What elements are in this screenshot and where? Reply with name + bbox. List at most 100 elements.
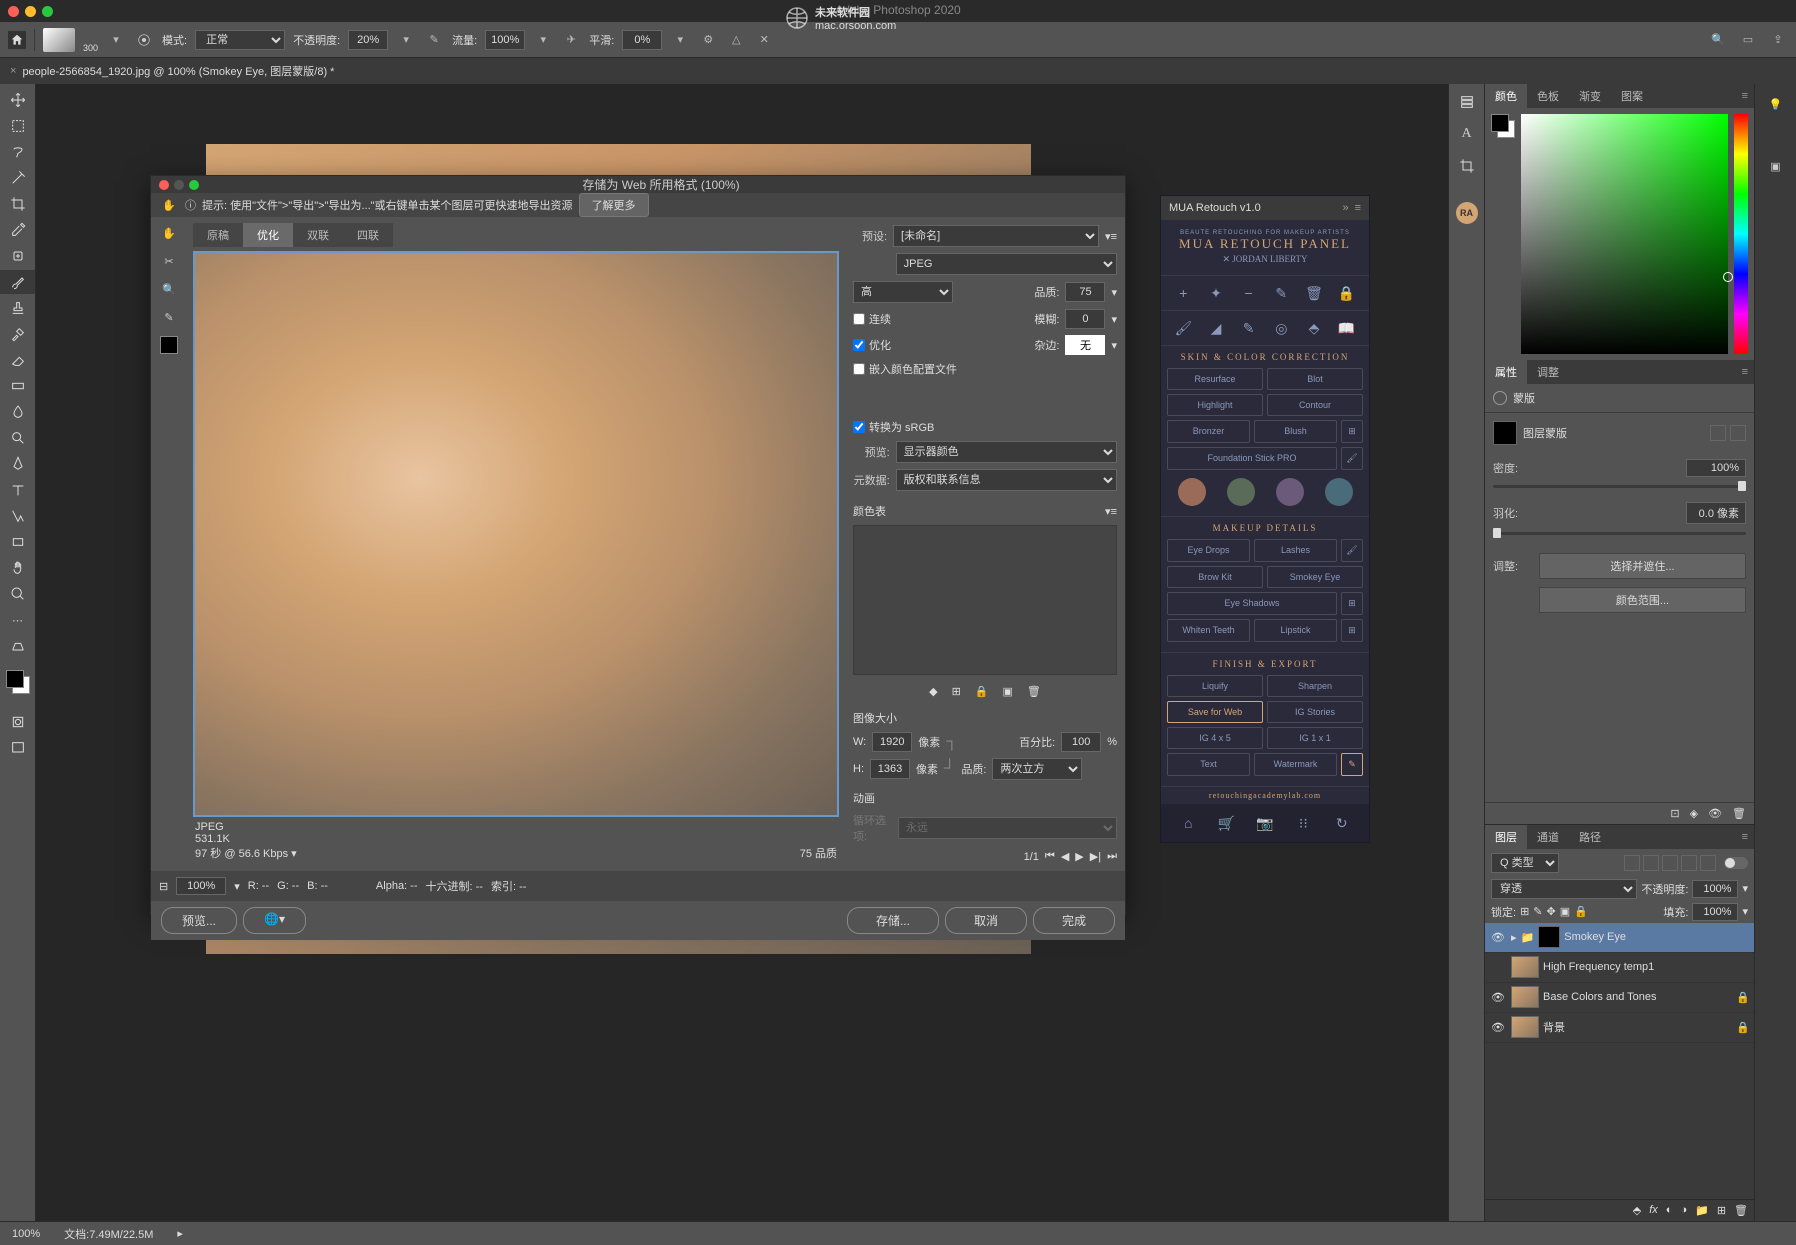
blend-mode-select[interactable]: 正常	[195, 30, 285, 50]
resample-select[interactable]: 两次立方	[992, 758, 1082, 780]
workspace-icon[interactable]: ▭	[1738, 30, 1758, 50]
filter-shape-icon[interactable]	[1681, 855, 1697, 871]
lock-pixels-icon[interactable]: ✎	[1533, 905, 1542, 918]
mua-resurface[interactable]: Resurface	[1167, 368, 1263, 390]
expand-group-icon[interactable]: ▸	[1511, 931, 1517, 944]
flow-input[interactable]	[485, 30, 525, 50]
zoom-tool[interactable]	[0, 582, 35, 606]
tab-optimized[interactable]: 优化	[243, 223, 293, 247]
document-tab[interactable]: × people-2566854_1920.jpg @ 100% (Smokey…	[10, 63, 334, 79]
doc-size[interactable]: 文档:7.49M/22.5M	[64, 1226, 153, 1242]
ct-icon[interactable]: ▣	[1003, 685, 1013, 698]
tab-properties[interactable]: 属性	[1485, 360, 1527, 384]
eyedropper-tool[interactable]	[0, 218, 35, 242]
more-tools[interactable]: ⋯	[0, 608, 35, 632]
close-window[interactable]	[8, 6, 19, 17]
lock-transparent-icon[interactable]: ⊞	[1520, 905, 1529, 918]
preview-button[interactable]: 预览...	[161, 907, 237, 934]
tab-original[interactable]: 原稿	[193, 223, 243, 247]
saturation-value-picker[interactable]	[1521, 114, 1728, 354]
filter-pixel-icon[interactable]	[1624, 855, 1640, 871]
mask-thumb[interactable]	[1493, 421, 1517, 445]
smooth-input[interactable]	[622, 30, 662, 50]
mua-liquify[interactable]: Liquify	[1167, 675, 1263, 697]
layer-name[interactable]: 背景	[1543, 1019, 1565, 1035]
feather-value[interactable]: 0.0 像素	[1686, 502, 1746, 524]
filter-kind-select[interactable]: Q 类型	[1491, 853, 1559, 873]
adjustment-icon[interactable]: ◑	[1680, 1204, 1687, 1217]
layer-thumb[interactable]	[1511, 956, 1539, 978]
brush-picker-icon[interactable]: ▾	[106, 30, 126, 50]
mua-color-3[interactable]	[1276, 478, 1304, 506]
srgb-checkbox[interactable]: 转换为 sRGB	[853, 419, 934, 435]
mua-text[interactable]: Text	[1167, 753, 1250, 776]
filter-type-icon[interactable]	[1662, 855, 1678, 871]
mua-minus-icon[interactable]: −	[1238, 282, 1260, 304]
mua-dots-icon[interactable]: ⁝⁝	[1292, 812, 1314, 834]
mask-icon[interactable]: ◐	[1666, 1204, 1673, 1217]
marquee-tool[interactable]	[0, 114, 35, 138]
mua-grid-icon[interactable]: ⊞	[1341, 592, 1363, 615]
mua-contour[interactable]: Contour	[1267, 394, 1363, 416]
zoom-tool[interactable]: 🔍	[155, 277, 183, 301]
screenmode-toggle[interactable]	[0, 736, 35, 760]
crop-tool[interactable]	[0, 192, 35, 216]
history-brush-tool[interactable]	[0, 322, 35, 346]
mua-smokeyeye[interactable]: Smokey Eye	[1267, 566, 1363, 588]
home-button[interactable]	[8, 31, 26, 49]
quickmask-toggle[interactable]	[0, 710, 35, 734]
ct-icon[interactable]: 🗑	[1027, 685, 1041, 698]
mua-camera-icon[interactable]: 📷	[1254, 812, 1276, 834]
mua-sparkle-icon[interactable]: ✦	[1205, 282, 1227, 304]
mua-ig1x1[interactable]: IG 1 x 1	[1267, 727, 1363, 749]
brush-tool[interactable]	[0, 270, 35, 294]
mua-saveweb[interactable]: Save for Web	[1167, 701, 1263, 723]
mua-lipstick[interactable]: Lipstick	[1254, 619, 1337, 642]
layer-name[interactable]: Smokey Eye	[1564, 931, 1626, 943]
maximize-window[interactable]	[42, 6, 53, 17]
delete-mask-icon[interactable]: 🗑	[1732, 807, 1746, 820]
mua-delete-icon[interactable]: 🗑	[1303, 282, 1325, 304]
tab-gradients[interactable]: 渐变	[1569, 84, 1611, 108]
vector-mask-icon[interactable]	[1730, 425, 1746, 441]
optimized-menu-icon[interactable]: ⊟	[159, 880, 168, 893]
browser-preview-button[interactable]: 🌐▾	[243, 907, 306, 934]
wand-tool[interactable]	[0, 166, 35, 190]
color-range-button[interactable]: 颜色范围...	[1539, 587, 1746, 613]
smooth-dropdown-icon[interactable]: ▾	[670, 30, 690, 50]
history-panel-icon[interactable]	[1449, 90, 1484, 114]
hue-slider[interactable]	[1734, 114, 1748, 354]
mua-home-icon[interactable]: ⌂	[1177, 812, 1199, 834]
lock-artboard-icon[interactable]: ▣	[1560, 905, 1570, 918]
visibility-toggle[interactable]: 👁	[1489, 928, 1507, 946]
delete-icon[interactable]: 🗑	[1734, 1204, 1748, 1217]
ct-icon[interactable]: ⊞	[952, 685, 961, 698]
type-tool[interactable]	[0, 478, 35, 502]
blur-tool[interactable]	[0, 400, 35, 424]
opacity-dropdown-icon[interactable]: ▾	[396, 30, 416, 50]
ct-icon[interactable]: ◆	[929, 685, 937, 698]
progressive-checkbox[interactable]: 连续	[853, 311, 891, 327]
mua-book-icon[interactable]: 📖	[1336, 317, 1358, 339]
select-and-mask-button[interactable]: 选择并遮住...	[1539, 553, 1746, 579]
visibility-toggle[interactable]: 👁	[1489, 988, 1507, 1006]
matte-value[interactable]: 无	[1065, 335, 1105, 355]
hand-icon[interactable]: ✋	[159, 195, 179, 215]
slice-tool[interactable]: ✂	[155, 249, 183, 273]
tab-paths[interactable]: 路径	[1569, 825, 1611, 849]
layer-thumb[interactable]	[1511, 1016, 1539, 1038]
opacity-input[interactable]	[348, 30, 388, 50]
search-icon[interactable]: 🔍	[1708, 30, 1728, 50]
layer-row[interactable]: High Frequency temp1	[1485, 953, 1754, 983]
mua-blush[interactable]: Blush	[1254, 420, 1337, 443]
format-select[interactable]: JPEG	[896, 253, 1117, 275]
fg-bg-colors[interactable]	[0, 670, 35, 694]
mua-watermark[interactable]: Watermark	[1254, 753, 1337, 776]
mua-pen-icon[interactable]: ✎	[1238, 317, 1260, 339]
optimize-checkbox[interactable]: 优化	[853, 337, 891, 353]
pen-tool[interactable]	[0, 452, 35, 476]
visibility-toggle[interactable]	[1489, 958, 1507, 976]
filter-adj-icon[interactable]	[1643, 855, 1659, 871]
mua-foundation[interactable]: Foundation Stick PRO	[1167, 447, 1337, 470]
mua-color-1[interactable]	[1178, 478, 1206, 506]
